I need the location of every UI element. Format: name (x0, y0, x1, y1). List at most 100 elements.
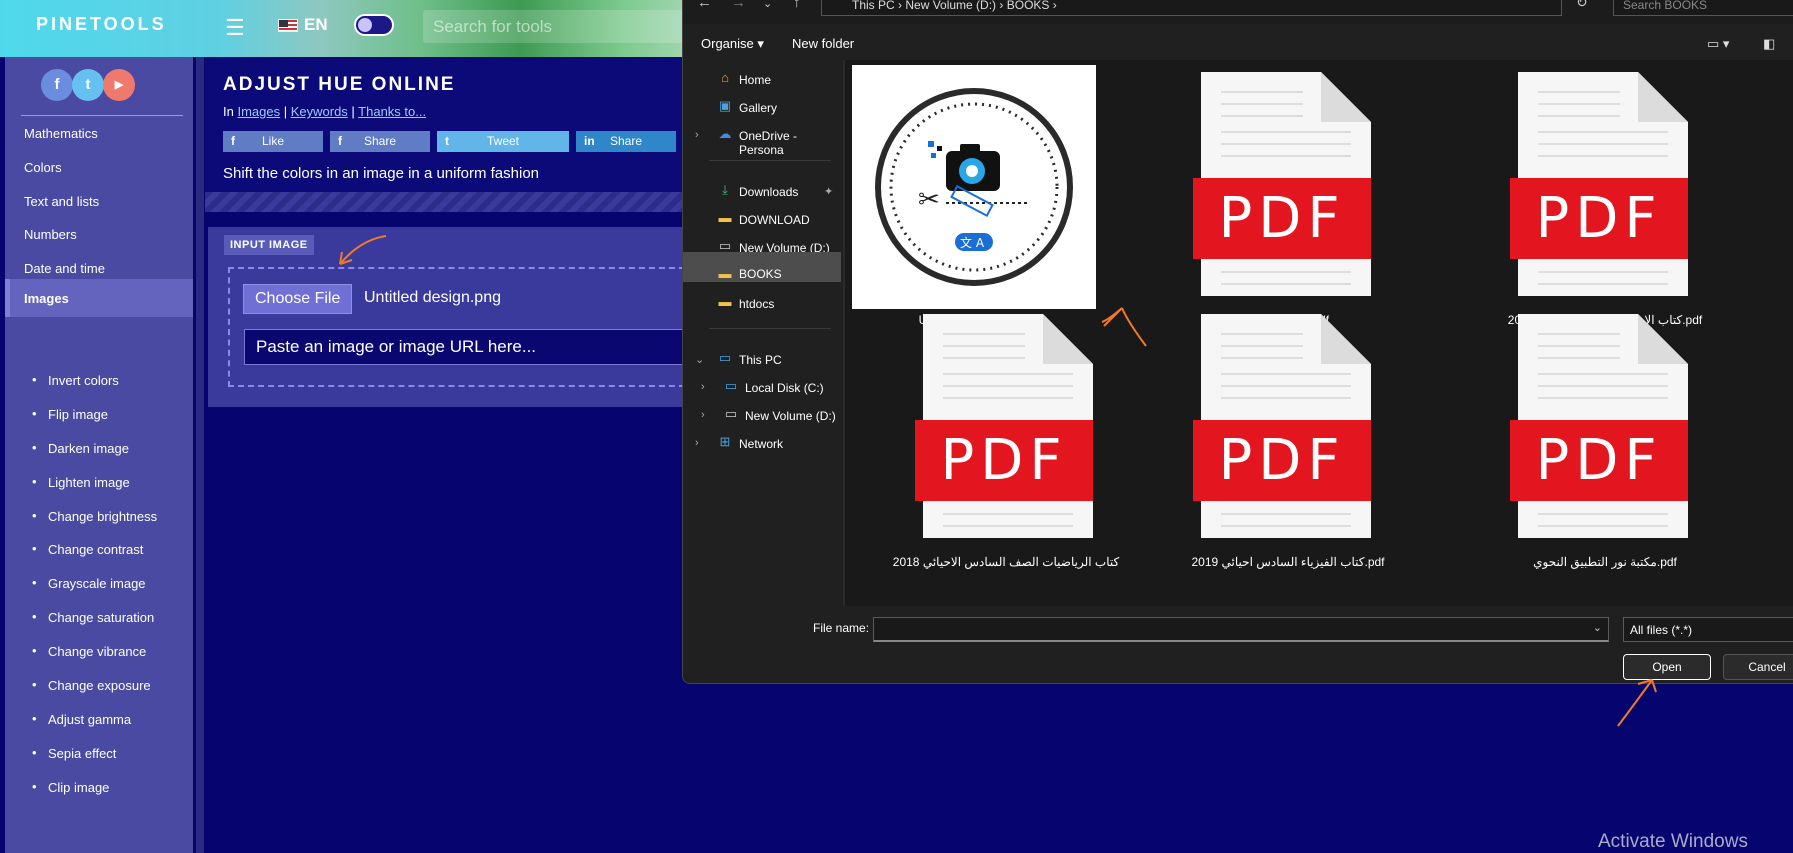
sidebar-tool-sepia-effect[interactable]: Sepia effect (32, 745, 116, 761)
folder-search-input[interactable]: Search BOOKS (1613, 0, 1793, 16)
pdf-badge: PDF (915, 420, 1093, 501)
file-item-pdf[interactable]: PDF كتاب الاحياء السادس الاحيائي 2020.pd… (1440, 60, 1730, 330)
collapse-chevron-icon[interactable]: ⌄ (695, 353, 704, 366)
paste-image-url-input[interactable]: Paste an image or image URL here... (244, 329, 695, 365)
nav-item-download-folder[interactable]: ▬ DOWNLOAD (683, 205, 841, 235)
new-folder-button[interactable]: New folder (792, 36, 854, 51)
dark-mode-toggle[interactable] (354, 14, 394, 36)
tool-search-input[interactable]: Search for tools (423, 10, 723, 43)
sidebar-item-colors[interactable]: Colors (5, 150, 193, 188)
section-divider (205, 192, 695, 212)
folder-icon: ▬ (718, 210, 732, 225)
sidebar-tool-lighten-image[interactable]: Lighten image (32, 474, 130, 490)
expand-chevron-icon[interactable]: › (695, 129, 699, 141)
facebook-share-button[interactable]: f Share (330, 131, 430, 152)
linkedin-icon: in (584, 134, 595, 148)
file-item-pdf[interactable]: PDF ابراهيم حميد.pdf (1123, 60, 1413, 330)
refresh-icon[interactable]: ↻ (1576, 0, 1588, 11)
youtube-icon[interactable]: ▶ (103, 69, 135, 101)
facebook-icon[interactable]: f (41, 69, 73, 101)
pdf-file-icon: PDF (1440, 60, 1730, 310)
language-selector[interactable]: EN (304, 15, 328, 35)
nav-item-home[interactable]: ⌂ Home (683, 65, 841, 95)
view-options-icon[interactable]: ▭ ▾ (1707, 36, 1729, 52)
cancel-button[interactable]: Cancel (1723, 654, 1793, 680)
sidebar-tool-clip-image[interactable]: Clip image (32, 779, 109, 795)
file-item-pdf[interactable]: PDF كتاب الفيزياء السادس احيائي 2019.pdf (1123, 302, 1413, 572)
network-icon: ⊞ (719, 434, 731, 449)
us-flag-icon[interactable] (278, 19, 298, 32)
organise-button[interactable]: Organise ▾ (701, 36, 764, 52)
sidebar-item-mathematics[interactable]: Mathematics (5, 116, 193, 154)
svg-text:✂: ✂ (918, 185, 940, 215)
tweet-button[interactable]: t Tweet (437, 131, 569, 152)
tool-description: Shift the colors in an image in a unifor… (223, 165, 540, 182)
nav-item-new-volume-d-tree[interactable]: › ▭ New Volume (D:) (683, 401, 841, 431)
chevron-down-icon[interactable]: ⌄ (1593, 621, 1602, 634)
expand-chevron-icon[interactable]: › (701, 409, 705, 421)
sidebar-tool-change-brightness[interactable]: Change brightness (32, 508, 157, 524)
path-segment-new-volume[interactable]: New Volume (D:) (905, 0, 996, 12)
expand-chevron-icon[interactable]: › (695, 437, 699, 449)
moon-icon (358, 18, 372, 32)
file-name-label: مكتبة نور التطبيق النحوي.pdf (1533, 555, 1677, 569)
pdf-badge: PDF (1510, 178, 1688, 259)
nav-item-network[interactable]: › ⊞ Network (683, 429, 841, 459)
hamburger-icon[interactable]: ☰ (225, 15, 245, 41)
drive-icon: ▭ (718, 238, 732, 253)
sidebar-item-numbers[interactable]: Numbers (5, 217, 193, 255)
up-arrow-icon[interactable]: ↑ (793, 0, 801, 11)
path-segment-this-pc[interactable]: This PC (852, 0, 895, 12)
download-icon: ⤓ (722, 182, 728, 197)
sidebar-tool-invert-colors[interactable]: Invert colors (32, 372, 119, 388)
svg-text:文 A: 文 A (960, 235, 985, 250)
file-name-input[interactable]: ⌄ (873, 617, 1609, 642)
choose-file-button[interactable]: Choose File (243, 284, 353, 314)
linkedin-share-button[interactable]: in Share (576, 131, 676, 152)
sidebar-tool-change-exposure[interactable]: Change exposure (32, 677, 151, 693)
nav-item-books[interactable]: ▬ BOOKS (683, 252, 841, 282)
file-item-pdf[interactable]: PDF كتاب الرياضيات الصف السادس الاحيائي … (845, 302, 1135, 572)
address-path[interactable]: This PC › New Volume (D:) › BOOKS › (821, 0, 1562, 16)
dialog-footer: File name: ⌄ All files (*.*) Open Cancel (683, 606, 1793, 683)
file-item-pdf[interactable]: PDF مكتبة نور التطبيق النحوي.pdf (1440, 302, 1730, 572)
path-segment-books[interactable]: BOOKS (1007, 0, 1050, 12)
sidebar-tool-adjust-gamma[interactable]: Adjust gamma (32, 711, 131, 727)
crumb-link-thanks[interactable]: Thanks to... (358, 104, 426, 119)
sidebar-tool-change-vibrance[interactable]: Change vibrance (32, 643, 146, 659)
recent-chevron-icon[interactable]: ⌄ (763, 0, 772, 10)
sidebar-tool-change-saturation[interactable]: Change saturation (32, 609, 154, 625)
sidebar-tool-grayscale-image[interactable]: Grayscale image (32, 575, 146, 591)
file-type-select[interactable]: All files (*.*) (1623, 617, 1793, 642)
nav-item-local-disk-c[interactable]: › ▭ Local Disk (C:) (683, 373, 841, 403)
cloud-icon: ☁ (718, 126, 732, 141)
sidebar-tool-change-contrast[interactable]: Change contrast (32, 541, 143, 557)
navigation-pane: ⌂ Home ▣ Gallery › ☁ OneDrive - Persona ⤓ Dow… (683, 60, 843, 606)
sidebar: f t ▶ Mathematics Colors Text and lists … (5, 57, 193, 853)
facebook-like-button[interactable]: f Like (223, 131, 323, 152)
nav-item-downloads[interactable]: ⤓ Downloads ✦ (683, 177, 841, 207)
sidebar-item-images[interactable]: Images (5, 279, 193, 317)
twitter-icon[interactable]: t (72, 69, 104, 101)
file-item-untitled-design[interactable]: ✂ 文 A Untitled design.png (845, 60, 1135, 330)
site-header: PINETOOLS ☰ EN Search for tools (0, 0, 723, 57)
nav-item-onedrive[interactable]: › ☁ OneDrive - Persona (683, 121, 841, 158)
site-logo[interactable]: PINETOOLS (36, 14, 167, 35)
expand-chevron-icon[interactable]: › (701, 381, 705, 393)
pdf-file-icon: PDF (1123, 60, 1413, 310)
sidebar-tool-darken-image[interactable]: Darken image (32, 440, 129, 456)
pdf-badge: PDF (1193, 178, 1371, 259)
folder-icon: ▬ (718, 266, 732, 281)
tool-header-panel: ADJUST HUE ONLINE In Images | Keywords |… (205, 57, 695, 192)
sidebar-tool-flip-image[interactable]: Flip image (32, 406, 108, 422)
open-button[interactable]: Open (1623, 654, 1711, 680)
nav-item-gallery[interactable]: ▣ Gallery (683, 93, 841, 123)
crumb-link-images[interactable]: Images (237, 104, 280, 119)
image-thumbnail: ✂ 文 A (852, 65, 1096, 309)
preview-pane-icon[interactable]: ◧ (1763, 36, 1775, 52)
forward-arrow-icon[interactable]: → (731, 0, 746, 11)
file-name-label: كتاب الفيزياء السادس احيائي 2019.pdf (1191, 555, 1385, 569)
back-arrow-icon[interactable]: ← (697, 0, 712, 11)
crumb-link-keywords[interactable]: Keywords (291, 104, 348, 119)
nav-item-this-pc[interactable]: ⌄ ▭ This PC (683, 345, 841, 375)
